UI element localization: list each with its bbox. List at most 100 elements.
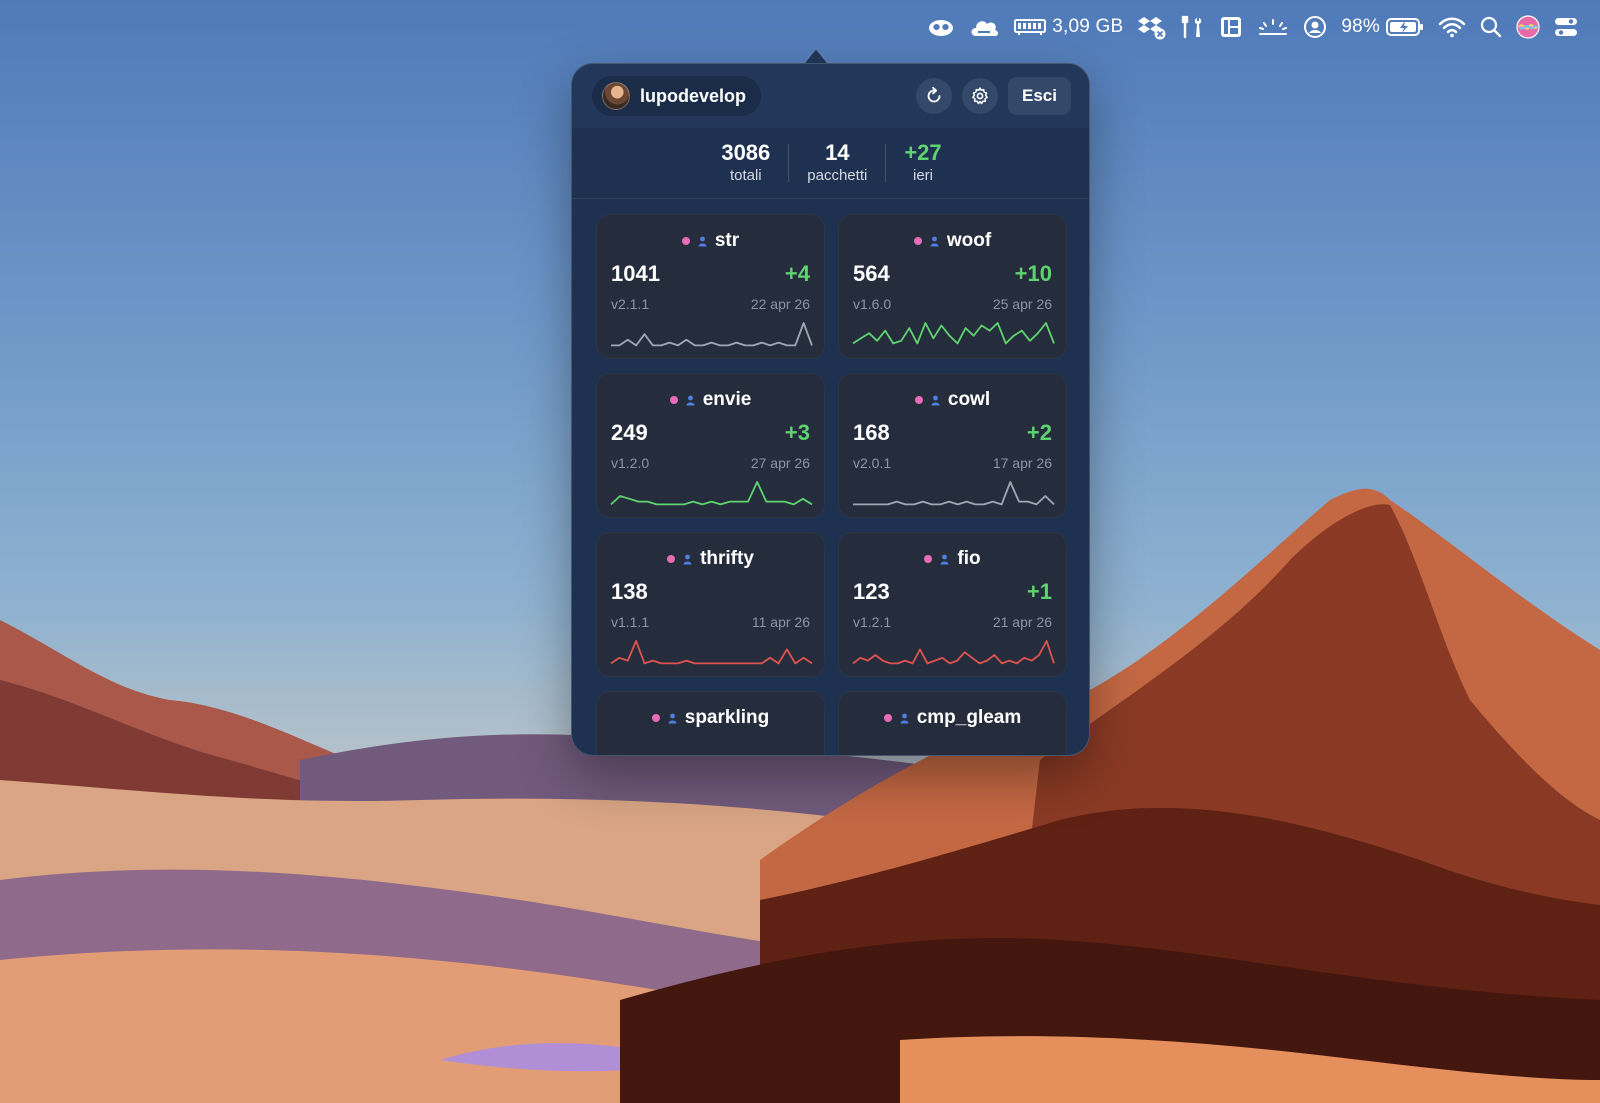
dropbox-icon[interactable] xyxy=(1137,7,1167,47)
package-card-sparkling[interactable]: sparkling xyxy=(596,691,825,755)
package-name: envie xyxy=(702,389,752,410)
person-icon xyxy=(698,236,707,246)
package-version: v1.2.1 xyxy=(853,614,892,630)
battery-text: 98% xyxy=(1341,16,1380,37)
gear-icon xyxy=(972,87,988,105)
package-title: woof xyxy=(839,229,1066,253)
sparkline-chart xyxy=(853,481,1055,506)
status-dot-icon xyxy=(924,555,933,563)
package-title: fio xyxy=(839,547,1066,571)
user-circle-icon[interactable] xyxy=(1303,7,1327,47)
stat-yesterday: +27 ieri xyxy=(886,140,959,186)
control-center-icon[interactable] xyxy=(1554,7,1578,47)
person-icon xyxy=(686,395,695,405)
search-icon[interactable] xyxy=(1480,7,1502,47)
status-dot-icon xyxy=(913,237,922,245)
release-date: 11 apr 26 xyxy=(751,614,810,630)
release-date: 22 apr 26 xyxy=(750,296,810,312)
package-version: v1.6.0 xyxy=(853,296,892,312)
sparkline-path xyxy=(611,322,813,347)
tools-icon[interactable] xyxy=(1181,7,1205,47)
release-date: 27 apr 26 xyxy=(750,455,810,471)
package-name: cowl xyxy=(947,389,991,410)
stat-yesterday-label: ieri xyxy=(912,167,933,184)
package-name: cmp_gleam xyxy=(916,707,1022,728)
package-card-woof[interactable]: woof 564 +10 v1.6.0 25 apr 26 xyxy=(838,214,1067,359)
copilot-icon[interactable] xyxy=(928,7,954,47)
package-version: v1.1.1 xyxy=(611,614,650,630)
package-title: cmp_gleam xyxy=(839,706,1066,730)
person-icon xyxy=(940,554,949,564)
stat-total-value: 3086 xyxy=(721,140,771,165)
stat-packages-value: 14 xyxy=(825,140,850,165)
package-version: v2.1.1 xyxy=(611,296,650,312)
package-card-str[interactable]: str 1041 +4 v2.1.1 22 apr 26 xyxy=(596,214,825,359)
package-card-thrifty[interactable]: thrifty 138 v1.1.1 11 apr 26 xyxy=(596,532,825,677)
avatar xyxy=(602,82,630,110)
status-dot-icon xyxy=(667,555,676,563)
daily-delta: +1 xyxy=(1026,579,1052,604)
layout-icon[interactable] xyxy=(1219,7,1243,47)
package-version: v1.2.0 xyxy=(611,455,650,471)
package-title: sparkling xyxy=(597,706,824,730)
status-dot-icon xyxy=(669,396,678,404)
refresh-button[interactable] xyxy=(916,78,953,114)
siri-icon[interactable] xyxy=(1516,7,1540,47)
release-date: 17 apr 26 xyxy=(992,455,1052,471)
package-version: v2.0.1 xyxy=(853,455,892,471)
sparkline-path xyxy=(852,640,1055,665)
release-date: 25 apr 26 xyxy=(992,296,1052,312)
memory-indicator[interactable]: 3,09 GB xyxy=(1014,7,1123,47)
package-name: thrifty xyxy=(700,548,754,569)
sparkline-path xyxy=(852,322,1055,345)
brightness-icon[interactable] xyxy=(1257,7,1289,47)
sparkline-path xyxy=(610,481,813,506)
stat-yesterday-value: +27 xyxy=(904,140,942,165)
username: lupodevelop xyxy=(640,85,747,106)
download-count: 249 xyxy=(611,420,648,445)
package-name: fio xyxy=(957,548,981,569)
release-date: 21 apr 26 xyxy=(992,614,1052,630)
package-title: thrifty xyxy=(597,547,824,571)
sparkline-path xyxy=(610,640,813,665)
sparkline-chart xyxy=(610,640,813,665)
person-icon xyxy=(930,236,939,246)
daily-delta: +10 xyxy=(1014,261,1052,286)
download-count: 1041 xyxy=(611,261,660,286)
package-card-envie[interactable]: envie 249 +3 v1.2.0 27 apr 26 xyxy=(596,373,825,518)
download-count: 564 xyxy=(853,261,890,286)
sparkline-chart xyxy=(611,322,813,347)
battery-indicator[interactable]: 98% xyxy=(1341,7,1424,47)
status-dot-icon xyxy=(883,714,892,722)
stat-packages: 14 pacchetti xyxy=(789,140,885,186)
sparkline-path xyxy=(853,481,1055,506)
popover-header: lupodevelop Esci xyxy=(572,64,1089,128)
settings-button[interactable] xyxy=(962,78,999,114)
package-title: cowl xyxy=(839,388,1066,412)
summary-stats: 3086 totali 14 pacchetti +27 ieri xyxy=(572,128,1089,199)
quit-button[interactable]: Esci xyxy=(1008,77,1071,115)
package-card-cowl[interactable]: cowl 168 +2 v2.0.1 17 apr 26 xyxy=(838,373,1067,518)
memory-text: 3,09 GB xyxy=(1052,16,1124,37)
daily-delta: +3 xyxy=(784,420,810,445)
wifi-icon[interactable] xyxy=(1438,7,1466,47)
sparkline-chart xyxy=(610,481,813,506)
sparkline-chart xyxy=(852,322,1055,345)
stat-total-label: totali xyxy=(729,167,762,184)
package-name: str xyxy=(714,230,740,251)
person-icon xyxy=(931,395,940,405)
person-icon xyxy=(683,554,692,564)
stat-packages-label: pacchetti xyxy=(807,167,868,184)
package-stats-popover: lupodevelop Esci 3086 totali 14 pacchett… xyxy=(571,63,1090,756)
package-card-cmp-gleam[interactable]: cmp_gleam xyxy=(838,691,1067,755)
package-card-fio[interactable]: fio 123 +1 v1.2.1 21 apr 26 xyxy=(838,532,1067,677)
stat-total: 3086 totali xyxy=(703,140,788,186)
daily-delta: +2 xyxy=(1026,420,1052,445)
memory-icon xyxy=(1014,19,1047,35)
download-count: 138 xyxy=(611,579,648,604)
user-chip[interactable]: lupodevelop xyxy=(592,76,762,116)
status-dot-icon xyxy=(651,714,660,722)
menu-bar: 3,09 GB 98% xyxy=(0,0,1600,54)
cloud-icon[interactable] xyxy=(968,7,1000,47)
download-count: 123 xyxy=(853,579,890,604)
